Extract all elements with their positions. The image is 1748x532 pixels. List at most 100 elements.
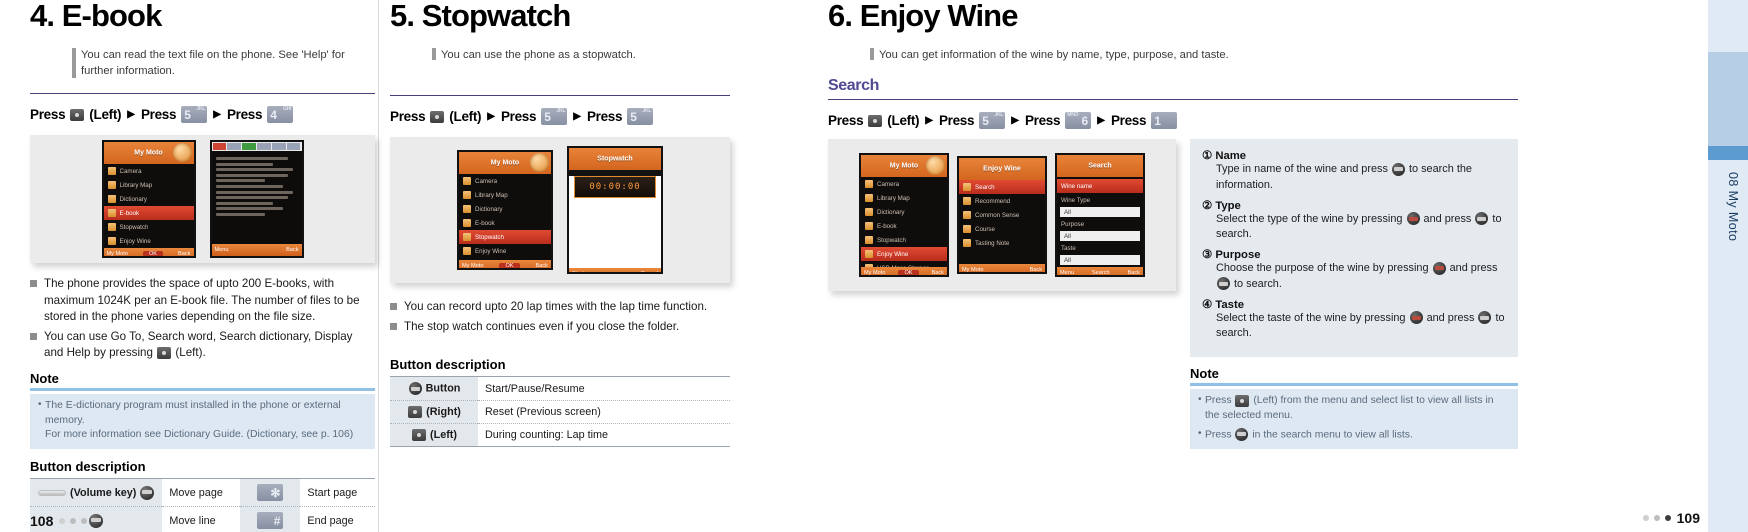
section-stopwatch: 5. Stopwatch You can use the phone as a … (390, 0, 730, 448)
table-cell-key2: ✻ (240, 478, 301, 508)
key-letters: JKL (556, 108, 566, 115)
folder-icon (963, 197, 971, 206)
wine-screenshot-panel: My Moto Camera Library Map Dictionary E-… (828, 139, 1176, 292)
field-value-taste: All (1060, 255, 1140, 266)
status-seg (227, 143, 242, 151)
list-item: E-book (861, 219, 947, 233)
wine-content-row: My Moto Camera Library Map Dictionary E-… (828, 139, 1518, 358)
list-item: Course (959, 222, 1045, 236)
phone-title-text: My Moto (490, 159, 520, 167)
step-number: ④ (1202, 298, 1213, 311)
phone-menu-screenshot: My Moto Camera Library Map Dictionary E-… (859, 153, 949, 278)
ok-key-icon (1217, 277, 1230, 291)
list-item: Library Map (459, 188, 551, 202)
stopwatch-timer-display: 00:00:00 (574, 176, 656, 199)
soft-left-key-icon (412, 429, 426, 442)
list-item: Common Sense (959, 208, 1045, 222)
folder-icon (463, 191, 471, 200)
ok-key-icon (1478, 311, 1492, 325)
arrow-icon: ▶ (1097, 115, 1105, 127)
key-label: Button (425, 382, 461, 395)
softkey-left: Start (572, 271, 584, 275)
list-item-selected: Search (959, 180, 1045, 195)
list-item-selected: E-book (103, 206, 194, 221)
step-number: ③ (1202, 249, 1213, 262)
softkey-right: Back (178, 251, 191, 258)
table-cell-value2: Start page (300, 478, 375, 508)
step-name: ① Name Type in name of the wine and press… (1202, 148, 1506, 193)
folder-icon (865, 208, 873, 217)
step-desc: Select the taste of the wine by pressing… (1202, 311, 1506, 342)
list-item: E-book (459, 216, 551, 230)
key-digit: 4 (270, 108, 277, 123)
step-desc: Type in name of the wine and press to se… (1202, 162, 1506, 193)
phone-softkey-bar: My Moto OK Back (861, 267, 947, 276)
softkey-right: Back (535, 263, 548, 270)
arrow-icon: ▶ (213, 109, 221, 121)
softkey-center: OK (142, 251, 164, 257)
text-line (215, 213, 265, 216)
phone-title-text: Search (1088, 162, 1112, 170)
step-desc: Select the type of the wine by pressing … (1202, 212, 1506, 243)
bullet-item: The stop watch continues even if you clo… (390, 319, 730, 335)
phone-softkey-bar: Menu Back (211, 244, 302, 257)
key-letters: JKL (642, 108, 652, 115)
press-word-2: Press (938, 113, 975, 129)
ebook-note-box: The E-dictionary program must installed … (30, 393, 375, 450)
arrow-icon: ▶ (127, 109, 135, 121)
text-line (215, 196, 288, 200)
phone-title-text: My Moto (134, 149, 163, 157)
list-item: Dictionary (104, 192, 194, 206)
key-digit: 5 (184, 108, 191, 123)
rail-band-top (1708, 0, 1748, 52)
section-wine-lead: You can get information of the wine by n… (870, 47, 1518, 63)
note-text: Press (Left) from the menu and select li… (1198, 393, 1510, 424)
numeric-key-6-icon: 6 MNO (1065, 112, 1092, 130)
folder-icon (463, 205, 471, 214)
softkey-left: My Moto (106, 251, 128, 258)
step-heading: ④ Taste (1202, 297, 1506, 311)
page-number-right: 109 (1676, 510, 1700, 526)
field-value-wine-type: All (1060, 207, 1140, 218)
softkey-left: My Moto (462, 263, 484, 270)
hash-key-icon: # (257, 512, 284, 530)
press-word-2: Press (500, 109, 537, 125)
press-word-1: Press (30, 107, 66, 123)
status-seg (256, 143, 271, 151)
key-digit: 5 (982, 114, 989, 129)
numeric-key-5-icon: 5 JKL (627, 108, 654, 126)
nav-left-right-key-icon (1409, 311, 1423, 325)
chapter-label: 08 My Moto (1726, 172, 1740, 242)
table-cell-key: (Volume key) (30, 478, 163, 508)
footer-right: 109 (1642, 510, 1700, 526)
rail-band-upper (1708, 52, 1748, 146)
nav-left-right-key-icon (1432, 261, 1446, 275)
step-heading: ③ Purpose (1202, 247, 1506, 261)
table-cell-value: During counting: Lap time (478, 423, 730, 448)
folder-icon (463, 247, 471, 256)
key-letters: JKL (196, 106, 206, 113)
softkey-left: Menu (214, 247, 229, 254)
arrow-icon: ▶ (573, 111, 581, 123)
list-item: Library Map (861, 191, 947, 205)
wine-press-sequence: Press (Left) ▶ Press 5 JKL ▶ Press 6 MNO… (828, 112, 1518, 130)
field-wine-name: Wine name (1057, 179, 1143, 194)
folder-icon (107, 223, 116, 232)
field-value-purpose: All (1060, 231, 1140, 242)
phone-wine-search-screenshot: Search Wine name Wine Type All Purpose A… (1055, 153, 1145, 278)
stopwatch-press-sequence: Press (Left) ▶ Press 5 JKL ▶ Press 5 JKL (390, 108, 730, 126)
press-key-label-1: (Left) (449, 109, 482, 125)
folder-icon (463, 233, 471, 242)
dot (1653, 515, 1660, 521)
step-type: ② Type Select the type of the wine by pre… (1202, 198, 1506, 243)
folder-icon (865, 180, 873, 189)
soft-right-key-icon (408, 406, 423, 419)
text-line (215, 201, 273, 205)
section-wine-subhead: Search (828, 77, 879, 95)
phone-ebook-reader-screenshot: Menu Back (209, 140, 304, 259)
table-cell-value2: End page (300, 506, 375, 532)
wine-steps-box: ① Name Type in name of the wine and press… (1190, 139, 1518, 358)
list-item: Enjoy Wine (104, 234, 194, 248)
text-line (215, 162, 273, 166)
step-number: ② (1202, 199, 1213, 212)
